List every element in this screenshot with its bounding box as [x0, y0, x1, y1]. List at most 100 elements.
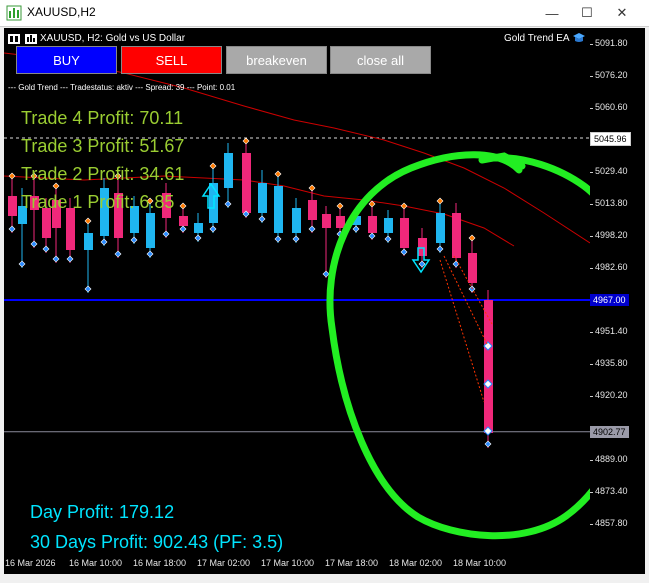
trade-marker-icon: [8, 172, 16, 180]
bearish-candle: [400, 218, 409, 248]
maximize-icon: ☐: [581, 5, 593, 20]
price-axis-label: 4873.40: [595, 486, 628, 496]
price-axis-label: 4920.20: [595, 390, 628, 400]
bullish-candle: [84, 233, 93, 250]
price-axis-tick: [590, 332, 593, 333]
bearish-candle: [8, 196, 17, 216]
trade-marker-icon: [42, 245, 50, 253]
day-profit: Day Profit: 179.12: [30, 502, 175, 522]
price-axis-label: 5091.80: [595, 38, 628, 48]
price-axis-label: 4982.60: [595, 262, 628, 272]
trade-marker-icon: [400, 248, 408, 256]
trade-marker-icon: [179, 225, 187, 233]
highlight-circle-annotation: [326, 151, 590, 540]
window-title: XAUUSD,H2: [27, 5, 96, 19]
price-axis-tick: [590, 460, 593, 461]
trade-marker-icon: [162, 230, 170, 238]
bullish-candle: [384, 218, 393, 233]
bearish-candle: [368, 216, 377, 233]
price-axis-tick: [590, 44, 593, 45]
trade-marker-icon: [114, 250, 122, 258]
bearish-candle: [66, 208, 75, 250]
trade-marker-icon: [84, 285, 92, 293]
trade-marker-icon: [84, 217, 92, 225]
trade-marker-icon: [209, 162, 217, 170]
trade-profit-1: Trade 1 Profit: 6.85: [21, 192, 175, 212]
price-axis-label: 4998.20: [595, 230, 628, 240]
price-axis-tick: [590, 364, 593, 365]
low-price-tag: 4902.77: [590, 425, 629, 438]
trade-marker-icon: [258, 215, 266, 223]
trade-profit-4: Trade 4 Profit: 70.11: [21, 108, 184, 128]
trade-marker-icon: [130, 236, 138, 244]
price-axis-label: 4857.80: [595, 518, 628, 528]
price-axis-label: 5029.40: [595, 166, 628, 176]
close-button[interactable]: ✕: [608, 3, 636, 23]
chart-area[interactable]: XAUUSD, H2: Gold vs US Dollar Gold Trend…: [4, 28, 590, 554]
bullish-candle: [274, 186, 283, 233]
price-axis-tick: [590, 268, 593, 269]
ea-name: Gold Trend EA: [504, 33, 570, 44]
price-axis-tick: [590, 524, 593, 525]
chart-mode-icon[interactable]: [25, 34, 37, 44]
candlestick-chart: [4, 52, 590, 540]
trade-marker-icon: [384, 235, 392, 243]
trade-marker-icon: [400, 202, 408, 210]
trade-marker-icon: [18, 260, 26, 268]
bearish-candle: [452, 213, 461, 258]
trade-profit-2: Trade 2 Profit: 34.61: [21, 164, 185, 184]
trade-marker-icon: [436, 245, 444, 253]
title-bar: XAUUSD,H2 — ☐ ✕: [0, 0, 649, 27]
trade-marker-icon: [352, 225, 360, 233]
time-axis-label: 17 Mar 02:00: [197, 558, 251, 568]
trade-marker-icon: [179, 202, 187, 210]
minimize-button[interactable]: —: [538, 3, 566, 23]
trade-marker-icon: [100, 238, 108, 246]
breakeven-button[interactable]: breakeven: [226, 46, 327, 74]
time-axis-label: 17 Mar 10:00: [261, 558, 315, 568]
price-axis-label: 5013.80: [595, 198, 628, 208]
price-axis-tick: [590, 76, 593, 77]
trade-marker-icon: [274, 170, 282, 178]
time-axis-label: 18 Mar 10:00: [453, 558, 507, 568]
bullish-candle: [194, 223, 203, 233]
time-axis-label: 16 Mar 2026: [5, 558, 56, 568]
price-axis-label: 5060.60: [595, 102, 628, 112]
price-axis-label: 4951.40: [595, 326, 628, 336]
bullish-candle: [436, 213, 445, 243]
time-axis-label: 17 Mar 18:00: [325, 558, 379, 568]
trade-marker-icon: [368, 232, 376, 240]
buy-button[interactable]: BUY: [16, 46, 117, 74]
close-all-button[interactable]: close all: [330, 46, 431, 74]
price-axis-tick: [590, 396, 593, 397]
trade-marker-icon: [484, 440, 492, 448]
trade-marker-icon: [308, 184, 316, 192]
bearish-candle: [179, 216, 188, 226]
minimize-icon: —: [545, 5, 559, 21]
close-all-button-label: close all: [357, 52, 404, 68]
bullish-candle: [258, 183, 267, 213]
time-axis-label: 16 Mar 18:00: [133, 558, 187, 568]
bearish-candle: [418, 238, 427, 256]
price-axis-label: 4935.80: [595, 358, 628, 368]
trade-marker-icon: [242, 137, 250, 145]
trade-profit-3: Trade 3 Profit: 51.67: [21, 136, 185, 156]
time-axis[interactable]: 16 Mar 2026 16 Mar 10:00 16 Mar 18:00 17 Ma…: [4, 554, 645, 574]
trade-marker-icon: [146, 250, 154, 258]
chart-toggle-icon[interactable]: [8, 34, 20, 44]
maximize-button[interactable]: ☐: [573, 3, 601, 23]
close-icon: ✕: [616, 5, 628, 20]
price-axis-tick: [590, 108, 593, 109]
price-axis[interactable]: 5091.80 5076.20 5060.60 5029.40 5013.80 4998.…: [590, 28, 645, 554]
trade-marker-icon: [274, 235, 282, 243]
sell-button-label: SELL: [155, 52, 188, 68]
current-price-tag: 5045.96: [590, 132, 631, 147]
price-axis-label: 5076.20: [595, 70, 628, 80]
sell-button[interactable]: SELL: [121, 46, 222, 74]
graduation-cap-icon[interactable]: [572, 32, 586, 44]
trade-marker-icon: [209, 225, 217, 233]
trade-marker-icon: [194, 234, 202, 242]
breakeven-button-label: breakeven: [246, 52, 307, 68]
price-axis-tick: [590, 236, 593, 237]
bearish-candle: [336, 216, 345, 228]
